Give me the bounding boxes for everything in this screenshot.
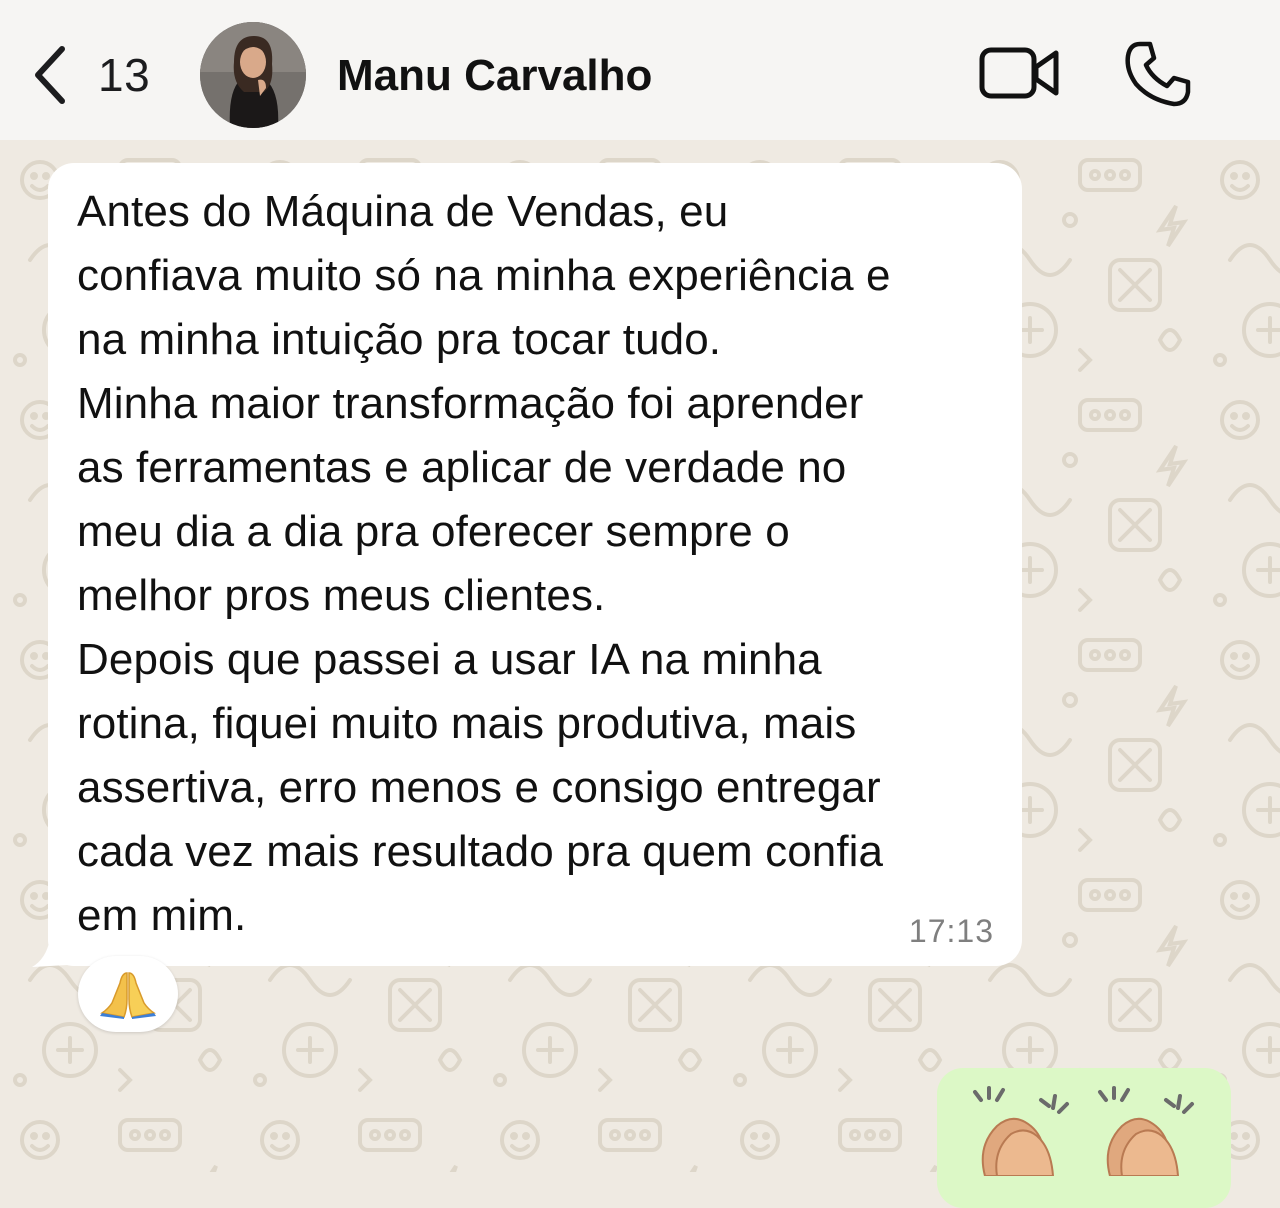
incoming-message-bubble[interactable]: Antes do Máquina de Vendas, eu confiava … (48, 163, 1022, 966)
folded-hands-emoji-icon (100, 972, 156, 1019)
voice-call-button[interactable] (1122, 38, 1194, 110)
message-reaction[interactable] (78, 956, 178, 1032)
unread-count: 13 (98, 49, 151, 101)
chevron-left-icon (35, 46, 65, 104)
avatar[interactable] (200, 22, 306, 128)
message-text: Antes do Máquina de Vendas, eu confiava … (77, 187, 891, 940)
chat-header: 13 Manu Carvalho (0, 0, 1280, 140)
phone-icon (1125, 41, 1191, 107)
back-button[interactable]: 13 (30, 40, 150, 110)
video-camera-icon (979, 47, 1059, 99)
outgoing-message-bubble[interactable] (937, 1068, 1231, 1208)
clapping-hands-emoji-icon (973, 1086, 1069, 1176)
avatar-photo (200, 22, 306, 128)
clapping-hands-emoji-icon (1098, 1086, 1194, 1176)
message-timestamp: 17:13 (908, 913, 994, 949)
contact-name[interactable]: Manu Carvalho (337, 46, 652, 106)
video-call-button[interactable] (978, 40, 1062, 106)
